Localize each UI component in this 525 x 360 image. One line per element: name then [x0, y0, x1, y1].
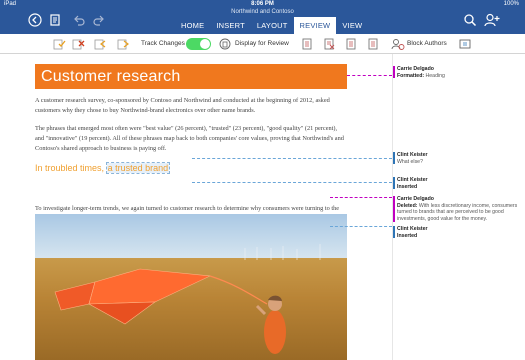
subheading: In troubled times, a trusted brand	[35, 162, 171, 174]
back-icon[interactable]	[27, 12, 43, 28]
track-changes-label: Track Changes	[141, 40, 185, 47]
tab-review[interactable]: REVIEW	[293, 17, 337, 34]
markup-detail: Heading	[425, 72, 445, 79]
display-for-review-icon[interactable]	[219, 37, 233, 51]
field-kite-photo	[35, 214, 347, 360]
paragraph-1: A customer research survey, co-sponsored…	[35, 97, 330, 114]
document-heading: Customer research	[35, 64, 347, 89]
document-page[interactable]: Customer research A customer research su…	[0, 54, 392, 360]
sync-icon[interactable]	[458, 37, 472, 51]
toggle-knob	[200, 39, 210, 49]
delete-connector	[330, 197, 392, 198]
markup-action: Formatted:	[397, 72, 425, 79]
markup-item-2[interactable]: Clint Keister What else?	[397, 152, 428, 165]
track-changes-toggle[interactable]	[186, 38, 211, 50]
status-time: 8:06 PM	[251, 1, 274, 7]
change-bar	[393, 226, 395, 238]
comment-connector	[192, 158, 392, 159]
subheading-text: In troubled times,	[35, 163, 105, 173]
next-change-icon[interactable]	[116, 37, 130, 51]
accept-icon[interactable]	[52, 37, 66, 51]
display-for-review-label[interactable]: Display for Review	[235, 40, 289, 47]
paragraph-2: The phrases that emerged most often were…	[35, 125, 344, 152]
markup-item-1[interactable]: Carrie Delgado Formatted: Heading	[397, 66, 445, 79]
share-person-icon[interactable]	[484, 12, 500, 28]
markup-author: Clint Keister	[397, 177, 428, 183]
markup-item-4[interactable]: Carrie Delgado Deleted: With less discre…	[397, 196, 523, 222]
block-authors-icon[interactable]	[391, 37, 405, 51]
block-authors-label[interactable]: Block Authors	[407, 40, 447, 47]
markup-pane: Carrie Delgado Formatted: Heading Clint …	[392, 54, 525, 360]
insert-connector	[192, 182, 392, 183]
previous-comment-icon[interactable]	[344, 37, 358, 51]
tab-insert[interactable]: INSERT	[210, 17, 251, 34]
previous-change-icon[interactable]	[93, 37, 107, 51]
ribbon-tabs: HOME INSERT LAYOUT REVIEW VIEW	[175, 17, 368, 34]
undo-icon[interactable]	[71, 12, 87, 28]
markup-item-3[interactable]: Clint Keister Inserted	[397, 177, 428, 190]
markup-action: Inserted	[397, 232, 418, 239]
word-app: iPad 8:06 PM 100% Northwind and Contoso …	[0, 0, 525, 360]
redo-icon[interactable]	[91, 12, 107, 28]
markup-author: Clint Keister	[397, 152, 428, 158]
markup-detail: What else?	[397, 158, 423, 165]
change-bar	[393, 152, 395, 164]
tab-layout[interactable]: LAYOUT	[251, 17, 294, 34]
tab-home[interactable]: HOME	[175, 17, 210, 34]
insert-connector-2	[330, 226, 392, 227]
change-bar	[393, 196, 395, 222]
reject-icon[interactable]	[71, 37, 85, 51]
change-bar	[393, 177, 395, 189]
title-bar: iPad 8:06 PM 100% Northwind and Contoso …	[0, 0, 525, 34]
review-ribbon: Track Changes Display for Review Block A…	[0, 34, 525, 54]
delete-comment-icon[interactable]	[322, 37, 336, 51]
markup-item-5[interactable]: Clint Keister Inserted	[397, 226, 428, 239]
markup-author: Clint Keister	[397, 226, 428, 232]
markup-action: Deleted:	[397, 202, 418, 209]
markup-action: Inserted	[397, 183, 418, 190]
heading-connector	[347, 75, 392, 76]
search-icon[interactable]	[462, 12, 478, 28]
tab-view[interactable]: VIEW	[336, 17, 368, 34]
change-bar	[393, 66, 395, 78]
battery-label: 100%	[503, 1, 519, 7]
inserted-text: a trusted brand	[105, 162, 171, 174]
new-comment-icon[interactable]	[300, 37, 314, 51]
next-comment-icon[interactable]	[366, 37, 380, 51]
file-icon[interactable]	[47, 12, 63, 28]
